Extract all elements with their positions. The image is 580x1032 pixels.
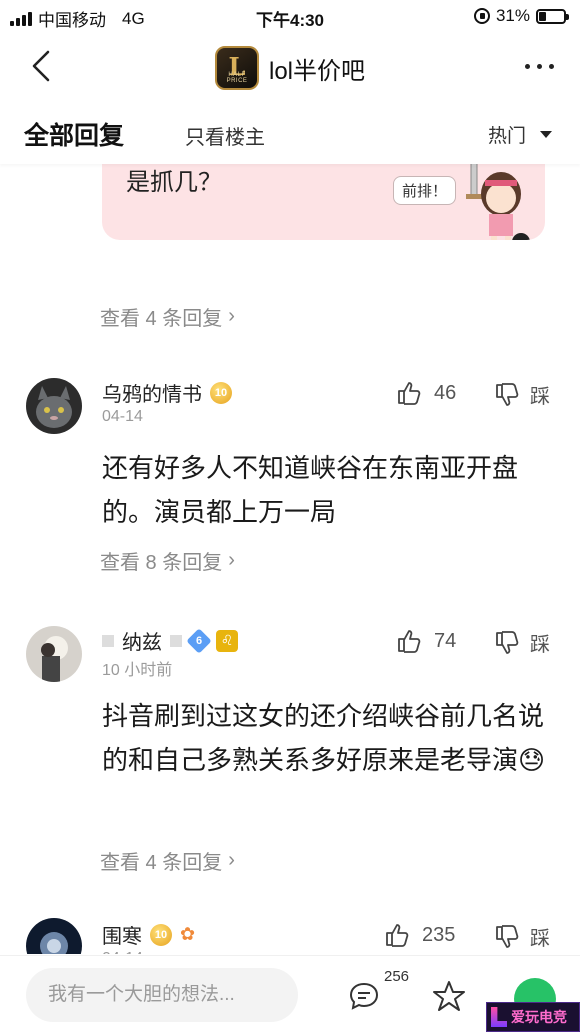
caret-down-icon bbox=[540, 131, 552, 138]
like-button[interactable]: 235 bbox=[384, 922, 455, 948]
like-count: 235 bbox=[422, 923, 456, 946]
comment-text: 抖音刷到过这女的还介绍峡谷前几名说的和自己多熟关系多好原来是老导演😓 bbox=[102, 694, 552, 782]
comment-count: 256 bbox=[384, 968, 410, 985]
level-badge: 10 bbox=[150, 923, 172, 946]
view-replies-link[interactable]: 查看 8 条回复 › bbox=[100, 546, 235, 575]
status-right: 31% bbox=[473, 6, 569, 26]
thumbs-down-icon bbox=[496, 924, 519, 948]
watermark-text: 爱玩电竞 bbox=[511, 1010, 567, 1026]
cartoon-girl-sticker bbox=[466, 164, 530, 240]
dislike-label: 踩 bbox=[530, 634, 550, 656]
view-replies-label: 查看 4 条回复 bbox=[100, 852, 223, 874]
comment-text: 还有好多人不知道峡谷在东南亚开盘的。演员都上万一局 bbox=[102, 453, 519, 527]
username: 乌鸦的情书 bbox=[102, 384, 202, 406]
avatar[interactable] bbox=[26, 378, 82, 434]
comment-text-content: 抖音刷到过这女的还介绍峡谷前几名说的和自己多熟关系多好原来是老导演 bbox=[102, 701, 545, 775]
comment-author[interactable]: 纳兹 6 ♌ bbox=[102, 626, 238, 655]
comment-date: 04-14 bbox=[102, 408, 143, 425]
reply-tabs: 全部回复 只看楼主 热门 bbox=[0, 100, 580, 164]
sort-dropdown[interactable]: 热门 bbox=[488, 121, 552, 148]
comment-date: 04-14 bbox=[102, 950, 143, 954]
level-badge: 6 bbox=[186, 627, 212, 654]
decoration-square bbox=[170, 634, 182, 647]
tab-op-only[interactable]: 只看楼主 bbox=[185, 121, 265, 150]
decoration-square bbox=[102, 634, 114, 647]
forum-title: lol半价吧 bbox=[268, 57, 365, 85]
comment-author[interactable]: 乌鸦的情书 10 bbox=[102, 378, 232, 407]
avatar[interactable] bbox=[26, 918, 82, 954]
sort-label: 热门 bbox=[487, 126, 526, 147]
view-replies-link[interactable]: 查看 4 条回复 › bbox=[100, 302, 235, 331]
dislike-button[interactable]: 踩 bbox=[494, 380, 550, 409]
sweat-emoji-icon: 😓 bbox=[518, 745, 546, 775]
watermark-logo: 爱玩电竞 bbox=[486, 1002, 580, 1032]
like-button[interactable]: 74 bbox=[396, 628, 456, 654]
zodiac-leo-icon: ♌ bbox=[216, 629, 238, 652]
username: 纳兹 bbox=[122, 632, 162, 654]
username: 围寒 bbox=[102, 926, 142, 948]
sticker-image: 前排！ bbox=[393, 164, 543, 240]
forum-header[interactable]: L HALF PRICE lol半价吧 bbox=[0, 46, 580, 90]
dislike-label: 踩 bbox=[530, 928, 550, 950]
comment-feed[interactable]: 是抓几？ 前排！ 查看 4 条回复 › 乌鸦的情书 10 04-14 46 踩 … bbox=[0, 164, 580, 954]
reply-input[interactable] bbox=[26, 968, 298, 1022]
avatar[interactable] bbox=[26, 626, 82, 682]
quote-card: 是抓几？ 前排！ bbox=[102, 164, 545, 240]
forum-logo: L HALF PRICE bbox=[214, 46, 259, 90]
chevron-right-icon: › bbox=[228, 549, 235, 571]
thumbs-up-icon bbox=[386, 924, 409, 947]
comment-date: 10 小时前 bbox=[102, 662, 173, 679]
dislike-button[interactable]: 踩 bbox=[494, 628, 550, 657]
status-bar: 中国移动 4G 下午4:30 31% bbox=[0, 0, 580, 34]
quote-text: 是抓几？ bbox=[126, 169, 222, 196]
reply-input-container[interactable] bbox=[26, 968, 298, 1022]
like-count: 46 bbox=[434, 381, 457, 404]
chevron-right-icon: › bbox=[228, 305, 235, 327]
comment-icon[interactable] bbox=[348, 980, 380, 1012]
chevron-right-icon: › bbox=[228, 849, 235, 871]
view-replies-link[interactable]: 查看 4 条回复 › bbox=[100, 846, 235, 875]
dislike-label: 踩 bbox=[530, 386, 550, 408]
thumbs-down-icon bbox=[496, 382, 519, 406]
view-replies-label: 查看 4 条回复 bbox=[100, 308, 223, 330]
star-icon[interactable] bbox=[432, 980, 466, 1012]
battery-icon bbox=[536, 8, 569, 24]
thumbs-up-icon bbox=[398, 382, 421, 405]
tab-all-replies[interactable]: 全部回复 bbox=[24, 116, 124, 152]
comment-author[interactable]: 围寒 10 ✿ bbox=[102, 920, 195, 949]
nav-bar: L HALF PRICE lol半价吧 bbox=[0, 36, 580, 96]
level-badge: 10 bbox=[210, 381, 232, 404]
more-options-icon[interactable] bbox=[525, 64, 554, 69]
view-replies-label: 查看 8 条回复 bbox=[100, 552, 223, 574]
dislike-button[interactable]: 踩 bbox=[494, 922, 550, 951]
thumbs-up-icon bbox=[398, 630, 421, 653]
like-count: 74 bbox=[434, 629, 457, 652]
sticker-caption: 前排！ bbox=[393, 176, 457, 205]
battery-fill bbox=[539, 11, 546, 21]
thumbs-down-icon bbox=[496, 630, 519, 654]
watermark-l-icon bbox=[491, 1007, 507, 1027]
like-button[interactable]: 46 bbox=[396, 380, 456, 406]
lungs-icon: ✿ bbox=[180, 924, 196, 944]
battery-percent: 31% bbox=[495, 6, 530, 25]
rotation-lock-icon bbox=[473, 8, 490, 24]
